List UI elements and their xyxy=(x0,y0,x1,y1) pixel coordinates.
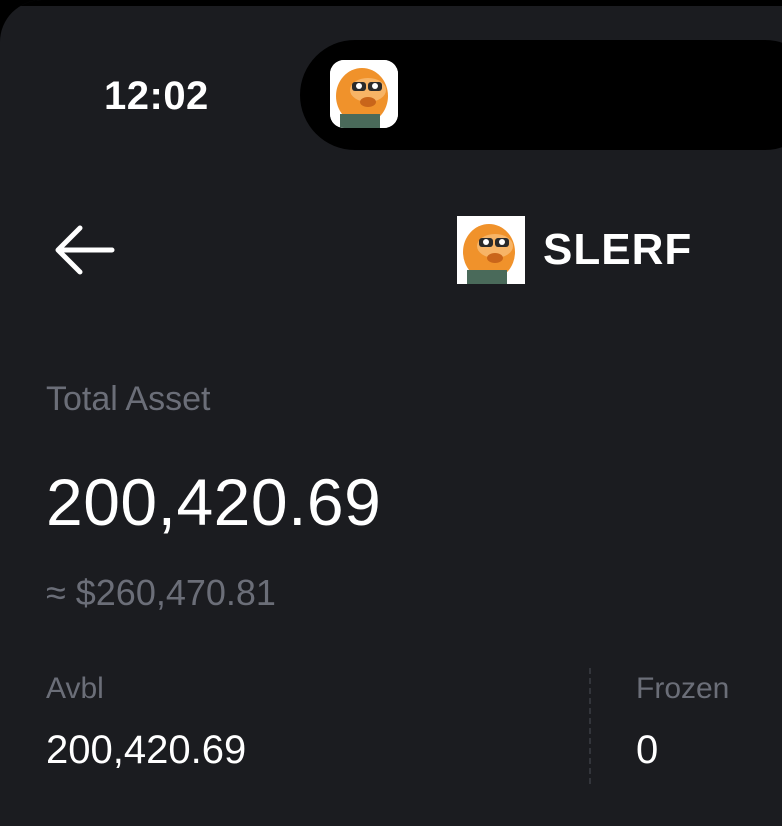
available-label: Avbl xyxy=(46,672,104,705)
back-arrow-icon[interactable] xyxy=(50,222,116,278)
total-asset-label: Total Asset xyxy=(46,380,211,418)
total-asset-value: 200,420.69 xyxy=(46,465,382,539)
asset-detail-screen: 12:02 SLERF Total Asset 200,420.69 ≈ $26… xyxy=(0,0,782,826)
token-name: SLERF xyxy=(543,225,693,274)
dynamic-island[interactable] xyxy=(300,40,782,150)
frozen-label: Frozen xyxy=(636,672,730,705)
token-header: SLERF xyxy=(457,216,692,284)
status-time: 12:02 xyxy=(104,74,209,118)
slerf-logo-icon xyxy=(457,216,525,284)
column-divider xyxy=(589,668,591,784)
available-value: 200,420.69 xyxy=(46,728,247,772)
usd-equivalent-value: ≈ $260,470.81 xyxy=(46,572,276,613)
screen-top-edge xyxy=(0,0,782,6)
frozen-value: 0 xyxy=(636,728,659,772)
island-avatar-icon xyxy=(330,60,398,128)
